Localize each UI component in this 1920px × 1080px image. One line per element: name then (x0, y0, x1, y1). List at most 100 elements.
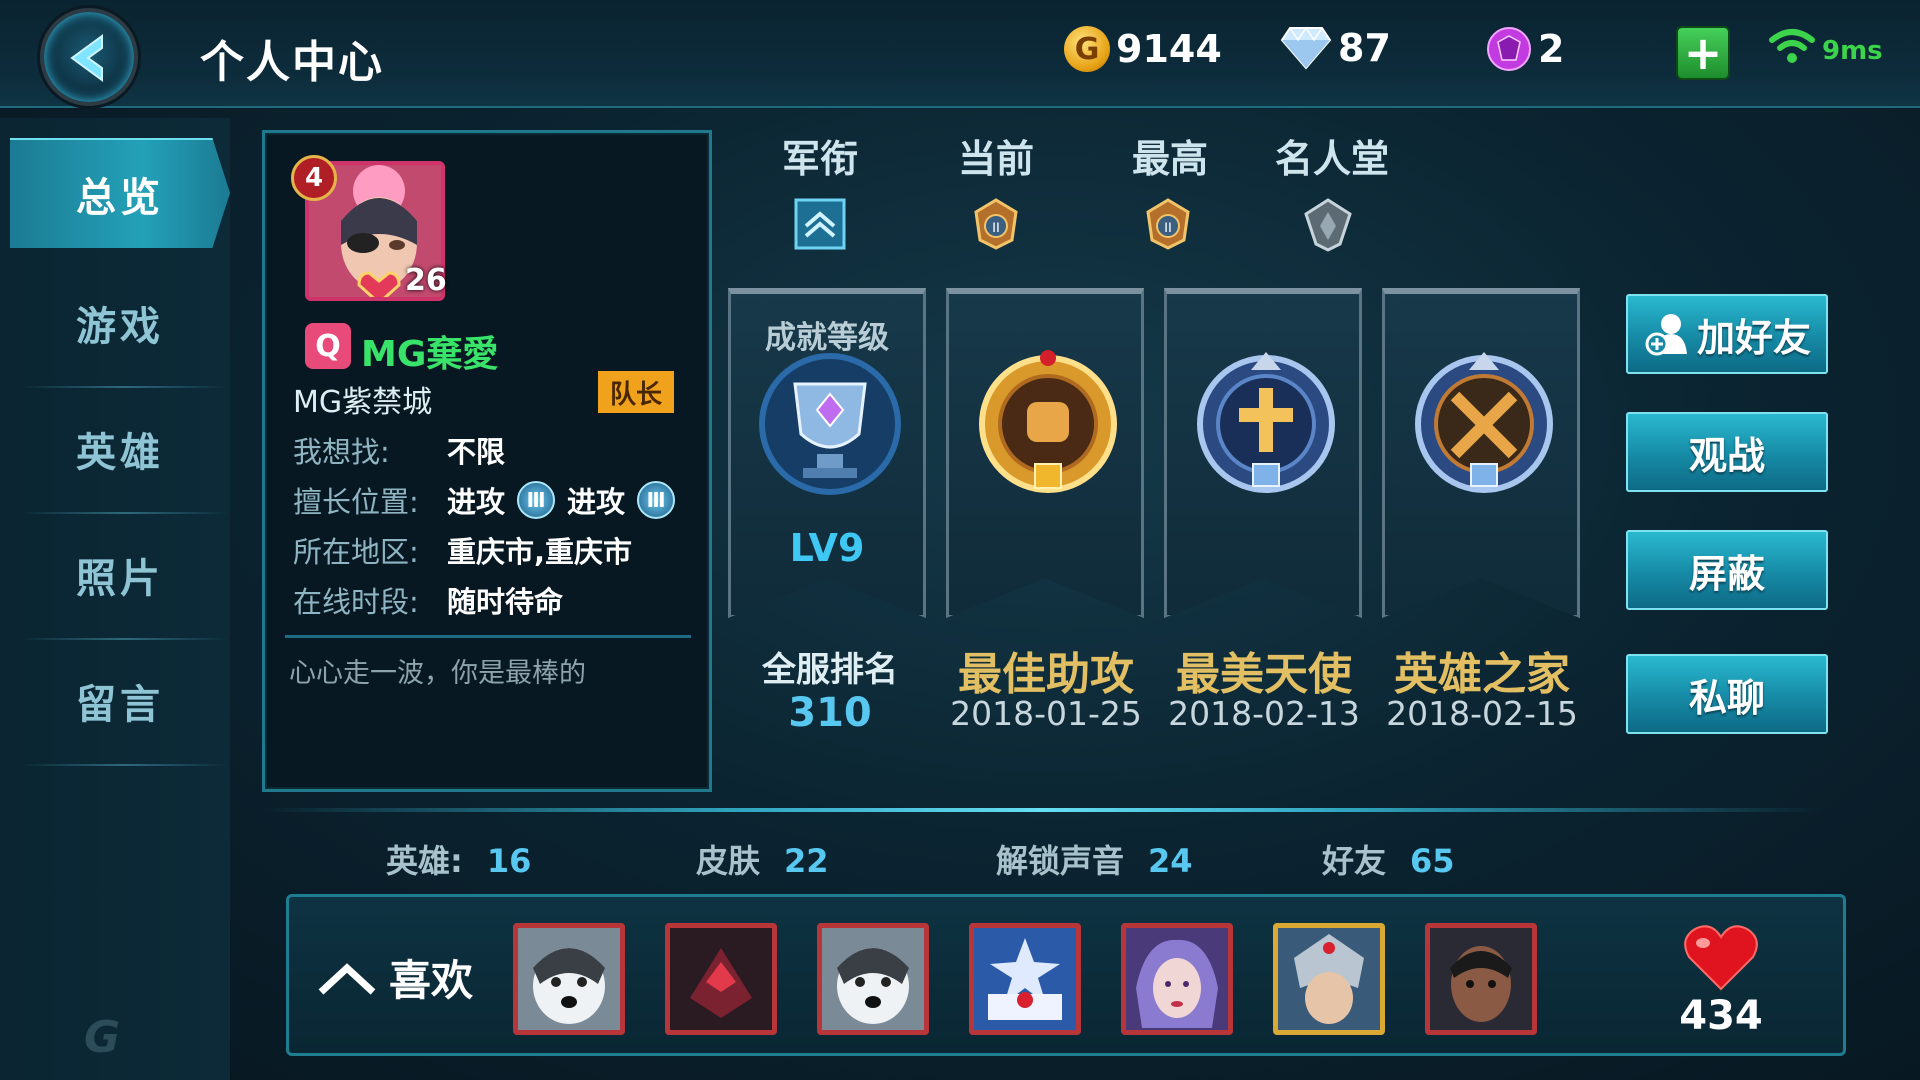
rank-header-hall-of-fame: 名人堂 (1274, 137, 1389, 181)
medal-name: 英雄之家 (1394, 649, 1570, 700)
blue-emblem-hero-icon (974, 928, 1076, 1030)
guild-name[interactable]: MG紫禁城 (293, 377, 432, 421)
diamond-icon (1280, 26, 1332, 70)
crossed-swords-medal-icon (1415, 352, 1553, 493)
favorite-heroes-bar: 喜欢 434 (286, 894, 1846, 1056)
coin-count: 9144 (1116, 27, 1222, 71)
add-friend-icon (1645, 314, 1687, 356)
nav-divider (20, 512, 230, 514)
stat-label: 英雄: (386, 842, 463, 880)
info-online-time: 在线时段: 随时待命 (293, 579, 563, 621)
current-rank-icon[interactable]: II (968, 196, 1024, 252)
favorite-hero-thumb[interactable] (665, 923, 777, 1035)
network-status: 9ms (1768, 26, 1883, 66)
attack-position-icon: Ⅲ (517, 481, 556, 519)
recharge-button[interactable]: + (1676, 26, 1730, 80)
server-rank-value: 310 (788, 690, 872, 736)
back-button[interactable] (40, 8, 138, 106)
military-rank-icon[interactable] (792, 196, 848, 252)
achievement-level-card[interactable]: 成就等级 LV9 (728, 288, 926, 618)
achievement-level-value: LV9 (789, 526, 865, 570)
gold-coin-icon: G (1064, 26, 1110, 72)
like-count: 434 (1679, 993, 1763, 1039)
dark-warrior-hero-icon (1430, 928, 1532, 1030)
username: MG棄愛 (361, 334, 499, 375)
server-rank-label: 全服排名 (762, 650, 898, 690)
diamond-balance: 87 (1280, 26, 1391, 70)
qq-icon: Q (305, 323, 351, 369)
info-position: 擅长位置: 进攻 Ⅲ 进攻 Ⅲ (293, 479, 687, 521)
medal-name: 最佳助攻 (958, 649, 1134, 700)
favorite-hero-thumb[interactable] (969, 923, 1081, 1035)
panel-divider (285, 635, 691, 638)
svg-text:II: II (992, 219, 1000, 235)
ping-value: 9ms (1822, 36, 1883, 66)
info-key: 所在地区: (293, 535, 419, 569)
sidebar: 总览 游戏 英雄 照片 留言 (0, 118, 230, 1080)
top-bar: 个人中心 G 9144 87 2 + 9ms (0, 0, 1920, 108)
stat-heroes: 英雄: 16 (386, 836, 531, 882)
profile-panel: 4 26 Q MG棄愛 MG紫禁城 队长 我想找: 不限 擅长位置: 进攻 Ⅲ … (262, 130, 712, 792)
stat-value: 22 (784, 842, 829, 880)
favorite-hero-thumb[interactable] (1273, 923, 1385, 1035)
stat-value: 65 (1410, 842, 1455, 880)
star-count: 26 (405, 263, 447, 298)
info-key: 擅长位置: (293, 485, 419, 519)
stat-value: 16 (486, 842, 532, 880)
medal-name: 最美天使 (1176, 649, 1352, 700)
spectate-button[interactable]: 观战 (1626, 412, 1828, 492)
chevron-up-icon (318, 962, 376, 995)
add-friend-label: 加好友 (1696, 315, 1811, 360)
favorite-hero-thumb[interactable] (817, 923, 929, 1035)
medal-card-hero-home[interactable] (1382, 288, 1580, 618)
section-divider (262, 808, 1822, 812)
svg-text:II: II (1164, 219, 1172, 235)
page-title: 个人中心 (200, 37, 384, 88)
sidebar-item-overview[interactable]: 总览 (10, 138, 230, 248)
stat-label: 好友 (1322, 842, 1387, 880)
info-value: 不限 (447, 435, 506, 469)
favorite-hero-thumb[interactable] (1121, 923, 1233, 1035)
heart-icon[interactable] (1681, 923, 1761, 993)
red-mech-hero-icon (670, 928, 772, 1030)
medal-date: 2018-02-15 (1386, 694, 1578, 733)
favorites-toggle[interactable]: 喜欢 (317, 947, 473, 1008)
stat-friends: 好友 65 (1322, 836, 1455, 882)
medal-card-best-assist[interactable] (946, 288, 1144, 618)
angel-cross-medal-icon (1197, 352, 1335, 493)
info-value: 进攻 (567, 485, 626, 519)
nav-divider (20, 386, 230, 388)
medal-date: 2018-01-25 (950, 694, 1142, 733)
game-logo-icon: G (84, 1012, 121, 1063)
trophy-icon (759, 353, 901, 495)
plus-icon: + (1683, 26, 1723, 80)
signature: 心心走一波，你是最棒的 (289, 658, 586, 689)
sidebar-item-games[interactable]: 游戏 (10, 268, 230, 378)
gold-fist-medal-icon (979, 350, 1117, 493)
stat-label: 解锁声音 (996, 842, 1125, 880)
rank-header-highest: 最高 (1131, 137, 1208, 181)
info-key: 在线时段: (293, 585, 419, 619)
medal-date: 2018-02-13 (1168, 694, 1360, 733)
block-button[interactable]: 屏蔽 (1626, 530, 1828, 610)
stat-value: 24 (1148, 842, 1193, 880)
sidebar-item-photos[interactable]: 照片 (10, 520, 230, 630)
private-chat-button[interactable]: 私聊 (1626, 654, 1828, 734)
stat-label: 皮肤 (696, 842, 761, 880)
rank-header-current: 当前 (957, 137, 1034, 181)
highest-rank-icon[interactable]: II (1140, 196, 1196, 252)
info-looking-for: 我想找: 不限 (293, 429, 505, 471)
gem-balance: 2 (1486, 26, 1564, 72)
add-friend-button[interactable]: 加好友 (1626, 294, 1828, 374)
role-badge: 队长 (598, 371, 674, 413)
medal-card-best-angel[interactable] (1164, 288, 1362, 618)
coin-balance: G 9144 (1064, 26, 1222, 72)
sidebar-item-heroes[interactable]: 英雄 (10, 394, 230, 504)
hall-of-fame-icon[interactable] (1300, 196, 1356, 252)
favorite-hero-thumb[interactable] (1425, 923, 1537, 1035)
attack-position-icon: Ⅲ (637, 481, 676, 519)
favorite-hero-thumb[interactable] (513, 923, 625, 1035)
husky-hero-icon (822, 928, 924, 1030)
sidebar-item-messages[interactable]: 留言 (10, 646, 230, 756)
rank-header-military: 军衔 (781, 137, 858, 181)
